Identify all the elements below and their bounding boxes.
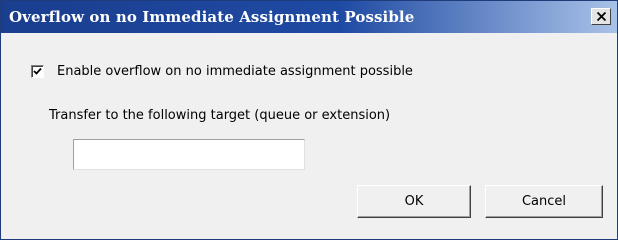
cancel-button[interactable]: Cancel bbox=[485, 185, 603, 218]
close-button[interactable] bbox=[591, 8, 611, 25]
transfer-target-label: Transfer to the following target (queue … bbox=[49, 108, 391, 123]
overflow-dialog: Overflow on no Immediate Assignment Poss… bbox=[0, 0, 618, 240]
checkmark-icon bbox=[33, 67, 42, 75]
dialog-title: Overflow on no Immediate Assignment Poss… bbox=[9, 8, 415, 26]
ok-button[interactable]: OK bbox=[357, 185, 471, 218]
transfer-target-input[interactable] bbox=[73, 139, 305, 170]
close-icon bbox=[597, 12, 606, 21]
enable-overflow-checkbox[interactable] bbox=[31, 65, 44, 78]
dialog-titlebar[interactable]: Overflow on no Immediate Assignment Poss… bbox=[1, 1, 617, 33]
enable-overflow-label[interactable]: Enable overflow on no immediate assignme… bbox=[57, 64, 413, 79]
